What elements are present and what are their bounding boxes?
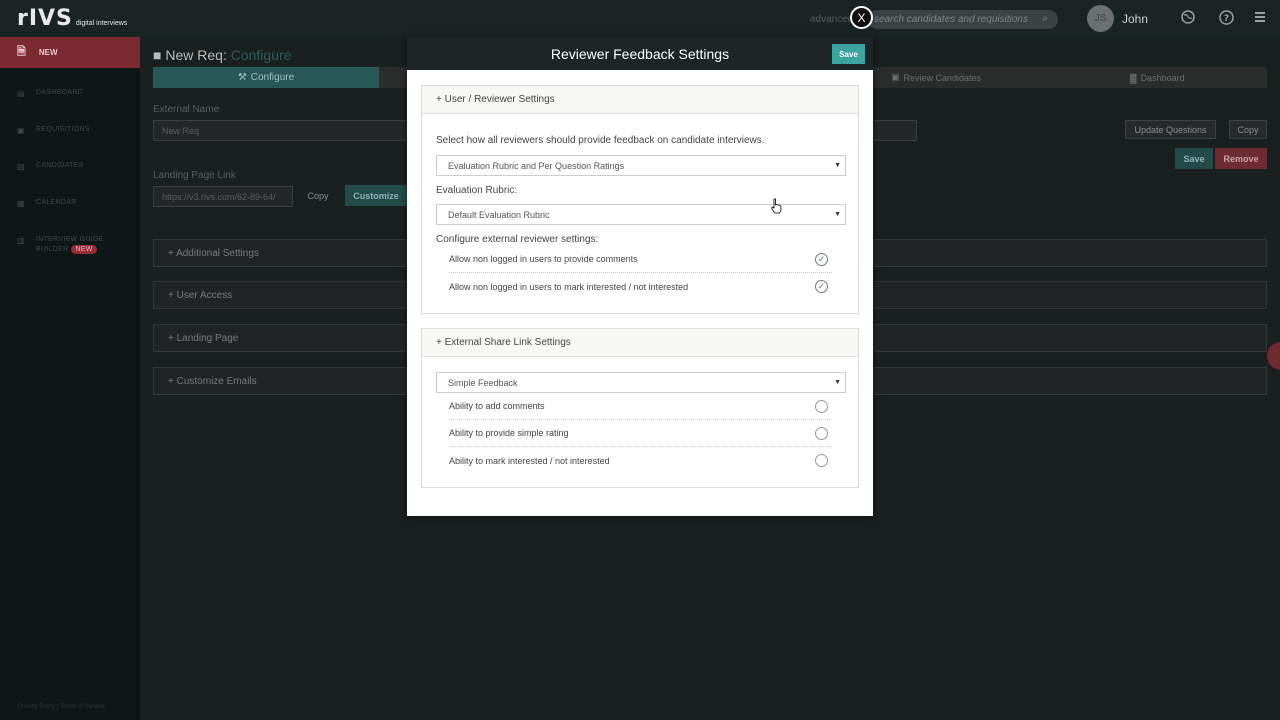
hamburger-menu-icon[interactable] bbox=[1252, 10, 1268, 26]
sidebar: 🗎 NEW ▤ DASHBOARD ▣ REQUISITIONS ▧ CANDI… bbox=[0, 37, 140, 720]
sidebar-item-calendar[interactable]: ▦ CALENDAR bbox=[0, 199, 77, 208]
sidebar-item-label: CANDIDATES bbox=[36, 162, 84, 169]
dashboard-icon: ▤ bbox=[17, 89, 25, 98]
sidebar-item-new[interactable]: 🗎 NEW bbox=[0, 37, 140, 68]
user-reviewer-settings-toggle[interactable]: + User / Reviewer Settings bbox=[422, 86, 858, 114]
avatar[interactable]: JS bbox=[1087, 5, 1114, 32]
step-configure[interactable]: ⚒ Configure bbox=[153, 67, 379, 88]
modal-title: Reviewer Feedback Settings bbox=[550, 45, 730, 62]
sidebar-item-label: CALENDAR bbox=[36, 199, 77, 206]
sidebar-item-interview-guide-builder[interactable]: ▥ INTERVIEW GUIDE BUILDER NEW bbox=[0, 236, 103, 254]
radio-button[interactable] bbox=[815, 454, 828, 467]
globe-icon[interactable] bbox=[1180, 10, 1196, 26]
sidebar-item-requisitions[interactable]: ▣ REQUISITIONS bbox=[0, 126, 90, 135]
feedback-method-select[interactable]: Evaluation Rubric and Per Question Ratin… bbox=[436, 155, 846, 176]
bar-chart-icon: ▓ bbox=[1130, 72, 1137, 83]
user-name[interactable]: John bbox=[1122, 12, 1148, 26]
feedback-description: Select how all reviewers should provide … bbox=[436, 135, 765, 146]
page-title: ■ New Req: Configure bbox=[153, 47, 292, 63]
radio-button[interactable] bbox=[815, 427, 828, 440]
external-share-link-section: + External Share Link Settings Simple Fe… bbox=[421, 328, 859, 488]
requisitions-icon: ▣ bbox=[17, 126, 25, 135]
sidebar-item-label: BUILDER bbox=[36, 246, 69, 253]
external-name-label: External Name bbox=[153, 104, 220, 115]
share-feedback-select[interactable]: Simple Feedback ▼ bbox=[436, 372, 846, 393]
chevron-down-icon: ▼ bbox=[834, 379, 841, 386]
help-icon[interactable]: ? bbox=[1218, 10, 1234, 26]
sidebar-item-label: NEW bbox=[38, 48, 58, 57]
checkmark-icon[interactable]: ✓ bbox=[815, 280, 828, 293]
new-document-icon: 🗎 bbox=[17, 46, 26, 58]
sidebar-item-label: REQUISITIONS bbox=[36, 126, 90, 133]
save-req-button[interactable]: Save bbox=[1175, 148, 1213, 169]
option-simple-rating[interactable]: Ability to provide simple rating bbox=[449, 420, 832, 447]
advanced-search-link[interactable]: advanced bbox=[810, 14, 853, 25]
guide-builder-icon: ▥ bbox=[17, 236, 25, 245]
external-share-link-toggle[interactable]: + External Share Link Settings bbox=[422, 329, 858, 357]
sidebar-item-label: DASHBOARD bbox=[36, 89, 84, 96]
option-mark-interested[interactable]: Ability to mark interested / not interes… bbox=[449, 447, 832, 474]
customize-button[interactable]: Customize bbox=[345, 185, 407, 206]
modal-header: Reviewer Feedback Settings Save bbox=[407, 37, 873, 70]
external-reviewer-label: Configure external reviewer settings: bbox=[436, 234, 599, 245]
sidebar-item-candidates[interactable]: ▧ CANDIDATES bbox=[0, 162, 84, 171]
evaluation-rubric-select[interactable]: Default Evaluation Rubric ▼ bbox=[436, 204, 846, 225]
landing-page-link-input[interactable]: https://v3.rivs.com/62-89-64/ bbox=[153, 186, 293, 207]
close-modal-button[interactable]: X bbox=[850, 6, 873, 29]
option-add-comments[interactable]: Ability to add comments bbox=[449, 393, 832, 420]
candidates-icon: ▧ bbox=[17, 162, 25, 171]
option-allow-comments[interactable]: Allow non logged in users to provide com… bbox=[449, 246, 832, 273]
copy-link-button[interactable]: Copy bbox=[299, 186, 337, 205]
step-review-candidates[interactable]: ▣ Review Candidates bbox=[891, 67, 981, 88]
user-reviewer-settings-section: + User / Reviewer Settings Select how al… bbox=[421, 85, 859, 314]
svg-text:?: ? bbox=[1223, 14, 1228, 24]
chevron-down-icon: ▼ bbox=[834, 211, 841, 218]
search-box[interactable]: ⌕ bbox=[868, 10, 1058, 29]
chevron-down-icon: ▼ bbox=[834, 162, 841, 169]
step-dashboard[interactable]: ▓ Dashboard bbox=[1130, 67, 1185, 88]
modal-save-button[interactable]: Save bbox=[832, 44, 865, 64]
copy-req-button[interactable]: Copy bbox=[1229, 120, 1267, 139]
logo-subtext: digital interviews bbox=[75, 20, 128, 27]
checkmark-icon[interactable]: ✓ bbox=[815, 253, 828, 266]
feedback-side-tab[interactable] bbox=[1267, 342, 1280, 370]
new-badge: NEW bbox=[71, 245, 97, 254]
calendar-icon: ▦ bbox=[17, 199, 25, 208]
remove-req-button[interactable]: Remove bbox=[1215, 148, 1267, 169]
sidebar-footer-links[interactable]: Privacy Policy | Terms of Service bbox=[18, 704, 105, 710]
review-icon: ▣ bbox=[891, 72, 900, 82]
landing-page-link-label: Landing Page Link bbox=[153, 170, 236, 181]
logo-text: rIVS bbox=[17, 6, 73, 31]
search-input[interactable] bbox=[874, 14, 1034, 25]
user-menu[interactable]: JS John bbox=[1087, 5, 1148, 32]
update-questions-button[interactable]: Update Questions bbox=[1125, 120, 1216, 139]
search-icon[interactable]: ⌕ bbox=[1042, 13, 1048, 24]
radio-button[interactable] bbox=[815, 400, 828, 413]
hand-cursor-icon bbox=[770, 198, 782, 214]
wrench-icon: ⚒ bbox=[237, 72, 247, 83]
option-allow-interest[interactable]: Allow non logged in users to mark intere… bbox=[449, 273, 832, 300]
evaluation-rubric-label: Evaluation Rubric: bbox=[436, 185, 518, 196]
top-bar: rIVS digital interviews advanced ⌕ JS Jo… bbox=[0, 0, 1280, 37]
sidebar-item-dashboard[interactable]: ▤ DASHBOARD bbox=[0, 89, 83, 98]
logo[interactable]: rIVS digital interviews bbox=[17, 6, 128, 31]
briefcase-icon: ■ bbox=[153, 47, 162, 63]
reviewer-feedback-settings-modal: Reviewer Feedback Settings Save + User /… bbox=[407, 37, 873, 516]
sidebar-item-label: INTERVIEW GUIDE bbox=[36, 236, 104, 243]
